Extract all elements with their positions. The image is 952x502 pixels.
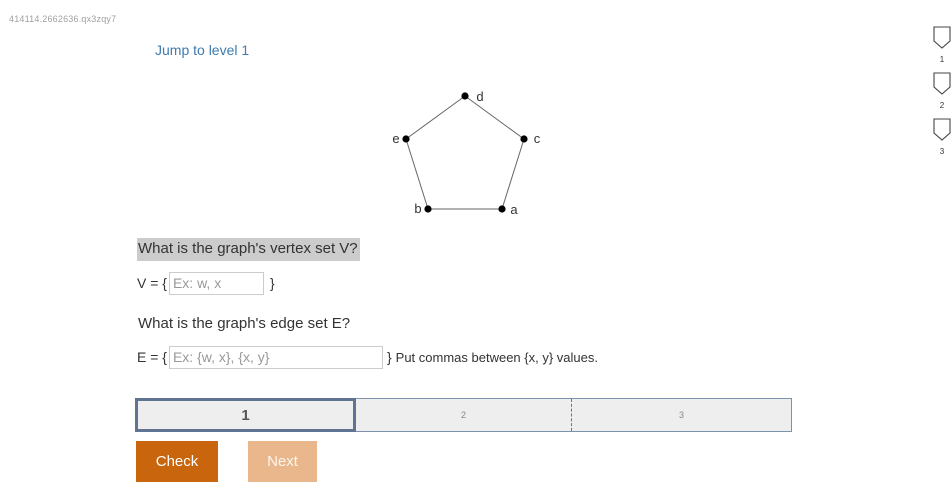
level-progress-bar: 1 2 3 (135, 398, 792, 432)
jump-to-level-link[interactable]: Jump to level 1 (155, 42, 249, 58)
edge-set-question: What is the graph's edge set E? (138, 315, 351, 332)
edge-answer-row: E = { } Put commas between {x, y} values… (137, 345, 598, 369)
edge-b-e (405, 138, 429, 210)
progress-segment-1[interactable]: 1 (135, 398, 356, 432)
level-nav-item-3[interactable]: 3 (930, 118, 952, 164)
level-nav-label-1: 1 (939, 55, 945, 64)
vertex-label-b: b (414, 201, 421, 216)
edge-set-input[interactable] (168, 345, 383, 369)
progress-segment-3[interactable]: 3 (572, 399, 791, 431)
vertex-label-a: a (510, 202, 518, 217)
check-button[interactable]: Check (136, 441, 218, 482)
vertex-set-suffix: } (269, 275, 275, 291)
vertex-answer-row: V = { } (137, 271, 275, 295)
level-badge-icon (933, 72, 951, 95)
level-nav-label-3: 3 (939, 147, 945, 156)
vertex-c (520, 135, 528, 143)
vertex-label-e: e (392, 131, 399, 146)
vertex-label-c: c (534, 131, 541, 146)
edge-c-a (501, 138, 525, 210)
vertex-a (498, 205, 506, 213)
vertex-set-input[interactable] (168, 271, 264, 295)
level-badge-icon (933, 118, 951, 141)
edge-set-suffix: } (386, 349, 392, 365)
edge-d-c (464, 95, 525, 140)
pentagon-graph: d c e b a (392, 89, 541, 217)
level-badge-icon (933, 26, 951, 49)
vertex-set-question: What is the graph's vertex set V? (137, 238, 360, 261)
vertex-label-d: d (476, 89, 483, 104)
edge-set-prefix: E = { (137, 349, 167, 365)
level-navigation: 1 2 3 (930, 26, 952, 164)
next-button[interactable]: Next (248, 441, 317, 482)
level-nav-item-1[interactable]: 1 (930, 26, 952, 72)
vertex-b (424, 205, 432, 213)
level-nav-label-2: 2 (939, 101, 945, 110)
vertex-d (461, 92, 469, 100)
vertex-e (402, 135, 410, 143)
vertex-set-prefix: V = { (137, 275, 167, 291)
activity-id: 414114.2662636.qx3zqy7 (9, 14, 117, 24)
edge-set-hint: Put commas between {x, y} values. (395, 349, 598, 365)
edge-e-d (405, 95, 466, 140)
level-nav-item-2[interactable]: 2 (930, 72, 952, 118)
progress-segment-2[interactable]: 2 (356, 399, 572, 431)
